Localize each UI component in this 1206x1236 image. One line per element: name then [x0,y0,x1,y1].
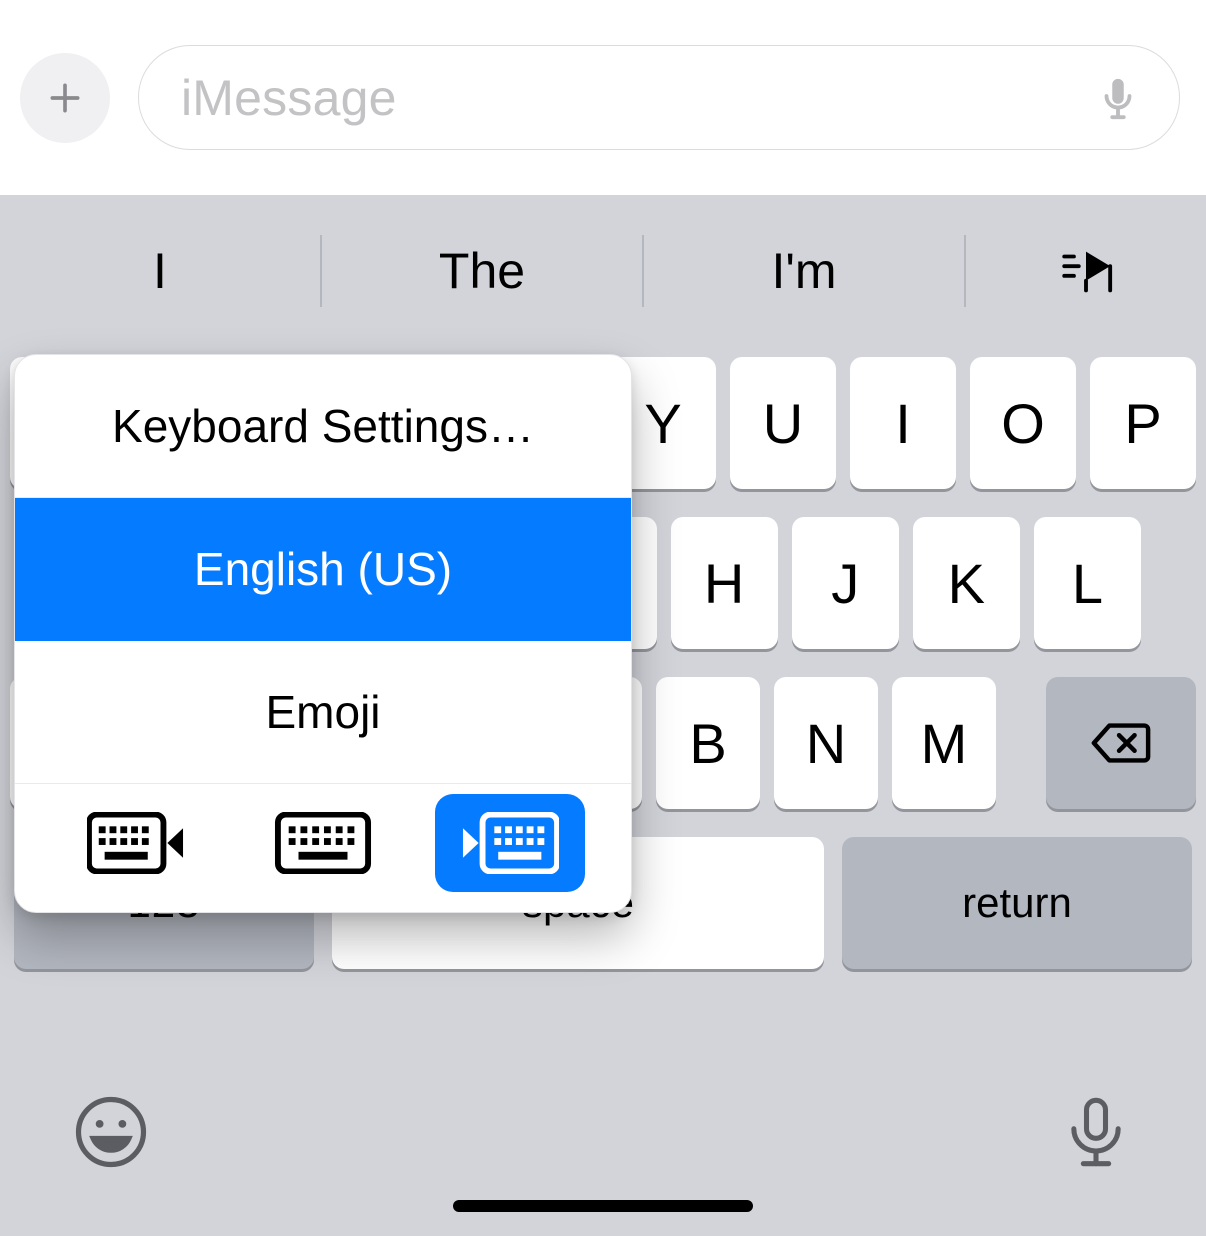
key-i[interactable]: I [850,357,956,489]
emoji-icon [72,1093,150,1171]
key-l[interactable]: L [1034,517,1141,649]
emoji-button[interactable] [72,1093,150,1176]
autofill-button[interactable] [966,195,1206,347]
key-p[interactable]: P [1090,357,1196,489]
microphone-icon [1058,1094,1134,1170]
dictate-button[interactable] [1058,1094,1134,1175]
key-n[interactable]: N [774,677,878,809]
keyboard-settings-item[interactable]: Keyboard Settings… [15,355,631,498]
home-indicator[interactable] [453,1200,753,1212]
key-k[interactable]: K [913,517,1020,649]
keyboard-layout-row [15,784,631,912]
keyboard-full-icon [274,812,372,874]
microphone-icon [1095,75,1141,121]
suggestion-3[interactable]: I'm [644,195,964,347]
message-field[interactable]: iMessage [138,45,1180,150]
keyboard-layout-right[interactable] [435,794,585,892]
suggestion-1[interactable]: I [0,195,320,347]
message-placeholder: iMessage [181,69,1077,127]
keyboard-left-icon [87,812,185,874]
keyboard-emoji-item[interactable]: Emoji [15,641,631,784]
message-input-bar: iMessage [0,0,1206,195]
key-j[interactable]: J [792,517,899,649]
plus-icon [46,79,84,117]
return-key[interactable]: return [842,837,1192,969]
suggestion-bar: I The I'm [0,195,1206,347]
backspace-key[interactable] [1046,677,1196,809]
add-button[interactable] [20,53,110,143]
autofill-icon [1057,242,1115,300]
key-u[interactable]: U [730,357,836,489]
keyboard-layout-full[interactable] [248,794,398,892]
key-o[interactable]: O [970,357,1076,489]
keyboard-language-item[interactable]: English (US) [15,498,631,641]
backspace-icon [1090,712,1152,774]
keyboard-switcher-popup: Keyboard Settings… English (US) Emoji [14,354,632,913]
key-h[interactable]: H [671,517,778,649]
suggestion-2[interactable]: The [322,195,642,347]
key-m[interactable]: M [892,677,996,809]
keyboard-layout-left[interactable] [61,794,211,892]
dictate-inline-button[interactable] [1095,75,1141,121]
key-b[interactable]: B [656,677,760,809]
keyboard-right-icon [461,812,559,874]
